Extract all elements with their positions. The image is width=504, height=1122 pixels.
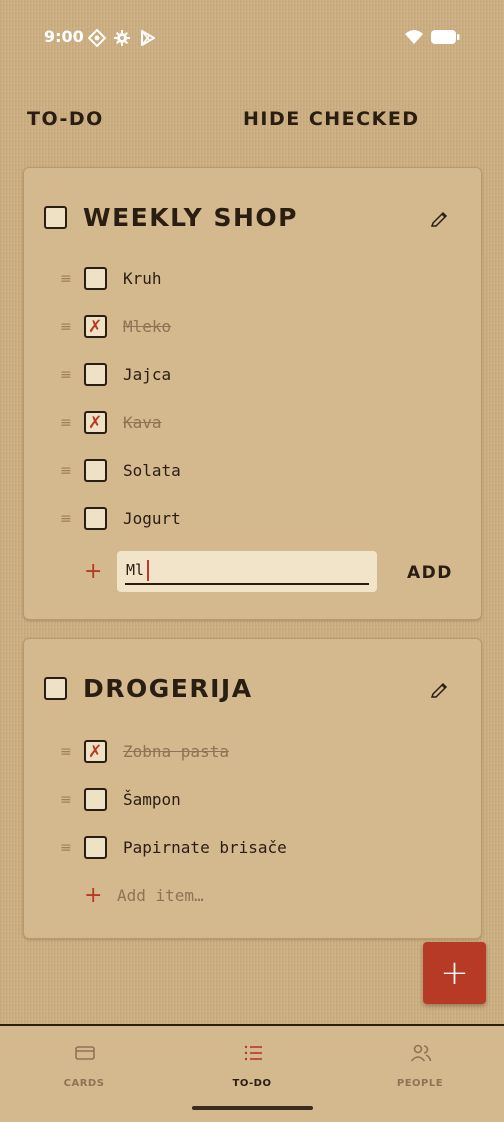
- todo-list-card: DROGERIJA ≡ ✗ Zobna pasta ≡ Šampon ≡ Pap…: [23, 638, 482, 939]
- drag-handle-icon[interactable]: ≡: [60, 416, 72, 430]
- list-item[interactable]: ≡ Šampon: [24, 779, 481, 827]
- item-checkbox[interactable]: [84, 363, 107, 386]
- wifi-icon: [405, 30, 423, 44]
- plus-icon: +: [440, 953, 469, 993]
- list-header: DROGERIJA: [24, 660, 481, 720]
- drag-handle-icon[interactable]: ≡: [60, 464, 72, 478]
- item-checkbox[interactable]: [84, 836, 107, 859]
- status-bar: 9:00: [0, 0, 504, 76]
- input-underline: [125, 583, 369, 585]
- nav-label: TO-DO: [232, 1078, 272, 1089]
- nav-label: CARDS: [63, 1078, 105, 1089]
- list-checkbox[interactable]: [44, 206, 67, 229]
- edit-pencil-icon[interactable]: [431, 209, 449, 227]
- todo-list-card: WEEKLY SHOP ≡ Kruh ≡ ✗ Mleko ≡ Jajca ≡ ✗…: [23, 167, 482, 620]
- settings-gear-icon: [114, 30, 130, 46]
- item-label: Mleko: [123, 317, 172, 336]
- list-item[interactable]: ≡ Kruh: [24, 258, 481, 306]
- play-store-icon: [141, 30, 155, 46]
- list-checkbox[interactable]: [44, 677, 67, 700]
- hide-checked-button[interactable]: HIDE CHECKED: [243, 108, 420, 130]
- drag-handle-icon[interactable]: ≡: [60, 368, 72, 382]
- item-label: Solata: [123, 461, 181, 480]
- home-indicator: [192, 1106, 313, 1110]
- card-icon: [75, 1046, 95, 1060]
- status-time: 9:00: [44, 27, 84, 46]
- item-label: Papirnate brisače: [123, 838, 287, 857]
- drag-handle-icon[interactable]: ≡: [60, 841, 72, 855]
- item-checkbox[interactable]: ✗: [84, 315, 107, 338]
- nav-item-cards[interactable]: CARDS: [24, 1036, 144, 1096]
- drag-handle-icon[interactable]: ≡: [60, 793, 72, 807]
- list-item[interactable]: ≡ ✗ Mleko: [24, 306, 481, 354]
- check-mark-icon: ✗: [88, 742, 103, 762]
- item-checkbox[interactable]: ✗: [84, 740, 107, 763]
- drag-handle-icon[interactable]: ≡: [60, 512, 72, 526]
- text-caret: [147, 560, 149, 581]
- add-button[interactable]: ADD: [407, 563, 453, 583]
- page-title: TO-DO: [27, 108, 104, 130]
- people-icon: [410, 1044, 432, 1062]
- list-title: WEEKLY SHOP: [83, 203, 298, 232]
- list-item[interactable]: ≡ Solata: [24, 450, 481, 498]
- diamond-icon: [88, 29, 106, 47]
- add-item-input[interactable]: Ml: [117, 551, 377, 592]
- item-label: Zobna pasta: [123, 742, 229, 761]
- item-checkbox[interactable]: [84, 507, 107, 530]
- nav-label: PEOPLE: [396, 1078, 444, 1089]
- item-checkbox[interactable]: [84, 788, 107, 811]
- add-item-row: + Ml ADD: [24, 551, 481, 593]
- check-mark-icon: ✗: [88, 413, 103, 433]
- add-item-row: + Add item…: [24, 875, 481, 917]
- drag-handle-icon[interactable]: ≡: [60, 745, 72, 759]
- list-header: WEEKLY SHOP: [24, 189, 481, 249]
- battery-icon: [431, 30, 460, 44]
- nav-item-todo[interactable]: TO-DO: [192, 1036, 312, 1096]
- top-bar: TO-DO HIDE CHECKED: [0, 100, 504, 140]
- item-label: Jajca: [123, 365, 172, 384]
- list-item[interactable]: ≡ Jajca: [24, 354, 481, 402]
- list-title: DROGERIJA: [83, 674, 253, 703]
- list-item[interactable]: ≡ Jogurt: [24, 498, 481, 546]
- item-checkbox[interactable]: ✗: [84, 411, 107, 434]
- drag-handle-icon[interactable]: ≡: [60, 272, 72, 286]
- edit-pencil-icon[interactable]: [431, 680, 449, 698]
- list-item[interactable]: ≡ ✗ Kava: [24, 402, 481, 450]
- list-item[interactable]: ≡ ✗ Zobna pasta: [24, 731, 481, 779]
- plus-icon[interactable]: +: [84, 883, 102, 908]
- check-mark-icon: ✗: [88, 317, 103, 337]
- nav-item-people[interactable]: PEOPLE: [360, 1036, 480, 1096]
- list-icon: [244, 1045, 262, 1061]
- add-item-placeholder[interactable]: Add item…: [117, 886, 204, 905]
- drag-handle-icon[interactable]: ≡: [60, 320, 72, 334]
- add-list-fab[interactable]: +: [423, 942, 486, 1004]
- item-label: Kava: [123, 413, 162, 432]
- item-label: Kruh: [123, 269, 162, 288]
- item-checkbox[interactable]: [84, 459, 107, 482]
- list-item[interactable]: ≡ Papirnate brisače: [24, 827, 481, 875]
- item-checkbox[interactable]: [84, 267, 107, 290]
- item-label: Šampon: [123, 790, 181, 809]
- item-label: Jogurt: [123, 509, 181, 528]
- add-item-input-value[interactable]: Ml: [126, 561, 144, 579]
- plus-icon[interactable]: +: [84, 559, 102, 584]
